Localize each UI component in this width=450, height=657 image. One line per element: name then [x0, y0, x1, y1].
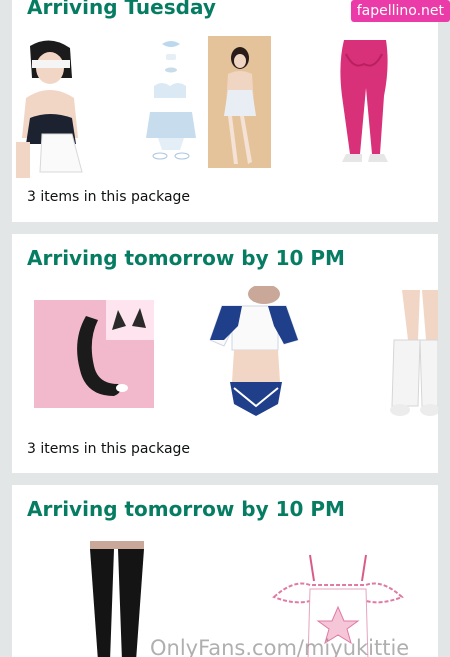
package-item-count: 3 items in this package [27, 189, 191, 205]
product-image-leg-warmers[interactable] [384, 286, 438, 422]
watermark-text: OnlyFans.com/miyukittie [150, 636, 410, 657]
package-card-1[interactable]: Arriving Tuesday 3 items in this package [12, 0, 438, 222]
package-arrival-title: Arriving Tuesday [27, 0, 216, 19]
product-image-maid-outfit[interactable] [12, 38, 102, 178]
package-arrival-title: Arriving tomorrow by 10 PM [27, 497, 345, 521]
package-arrival-title: Arriving tomorrow by 10 PM [27, 246, 345, 270]
product-image-gym-uniform[interactable] [208, 286, 302, 420]
product-image-model-photo[interactable] [208, 36, 271, 168]
product-image-cat-ears-tail[interactable] [34, 300, 154, 408]
package-card-2[interactable]: Arriving tomorrow by 10 PM 3 items in th… [12, 234, 438, 473]
package-item-count: 3 items in this package [27, 441, 191, 457]
product-image-thigh-highs[interactable] [86, 541, 148, 657]
product-image-lingerie-set[interactable] [140, 38, 202, 168]
watermark-badge: fapellino.net [350, 0, 450, 22]
package-card-3[interactable]: Arriving tomorrow by 10 PM [12, 485, 438, 657]
product-image-pink-leggings[interactable] [332, 36, 397, 172]
